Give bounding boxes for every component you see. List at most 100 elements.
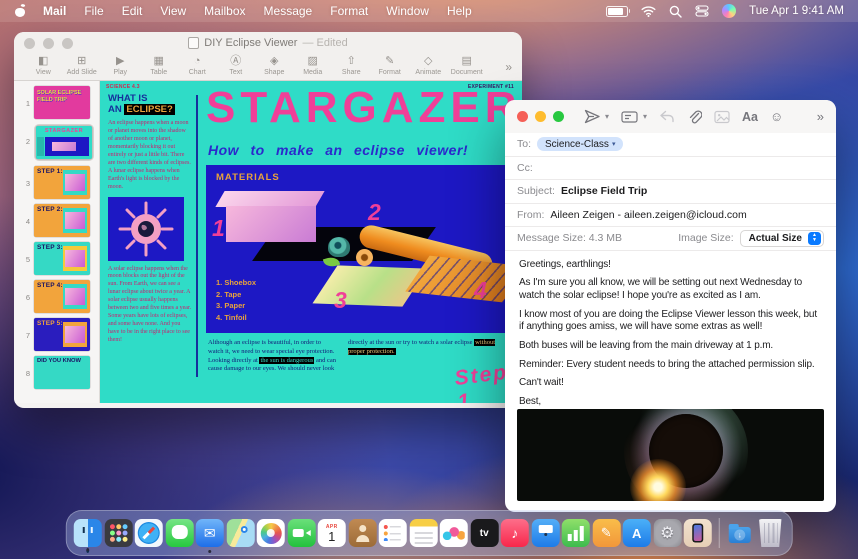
reply-button[interactable] [659, 110, 675, 123]
dock-icon-finder[interactable] [74, 519, 102, 547]
dock-icon-pages[interactable] [592, 519, 620, 547]
dock-icon-calendar[interactable]: APR 1 [318, 519, 346, 547]
from-field[interactable]: From: Aileen Zeigen - aileen.zeigen@iclo… [505, 204, 836, 228]
menu-format[interactable]: Format [330, 4, 368, 18]
format-icon: ✎ [371, 55, 410, 68]
to-field[interactable]: To: Science-Class ▾ [505, 133, 836, 157]
dock-icon-music[interactable] [501, 519, 529, 547]
dock-icon-reminders[interactable] [379, 519, 407, 547]
menu-file[interactable]: File [84, 4, 103, 18]
menu-message[interactable]: Message [264, 4, 313, 18]
slide-canvas[interactable]: SCIENCE 4.3 EXPERIMENT #11 WHAT IS AN EC… [100, 81, 522, 403]
format-button[interactable]: ✎Format [371, 55, 410, 76]
slide-thumbnail-6[interactable]: 6 STEP 4: [14, 280, 99, 313]
dock-icon-facetime[interactable] [287, 519, 315, 547]
battery-icon[interactable] [606, 6, 628, 17]
header-fields-chevron[interactable]: ▾ [643, 112, 647, 121]
close-button[interactable] [24, 38, 35, 49]
dock-icon-app-store[interactable] [623, 519, 651, 547]
keynote-titlebar[interactable]: DIY Eclipse Viewer — Edited [14, 32, 522, 54]
header-fields-button[interactable] [621, 110, 638, 124]
menu-app-mail[interactable]: Mail [43, 4, 66, 18]
dock-icon-mail[interactable] [196, 519, 224, 547]
recipient-chevron-icon[interactable]: ▾ [612, 140, 616, 148]
view-button[interactable]: ◧View [24, 55, 63, 76]
dock-icon-launchpad[interactable] [104, 519, 132, 547]
slide-thumbnail-7[interactable]: 7 STEP 5: [14, 318, 99, 351]
shape-button[interactable]: ◈Shape [255, 55, 294, 76]
format-button[interactable]: Aa [742, 110, 758, 124]
zoom-button[interactable] [553, 111, 564, 122]
media-button[interactable]: ▨Media [294, 55, 333, 76]
zoom-button[interactable] [62, 38, 73, 49]
share-button[interactable]: ⇧Share [332, 55, 371, 76]
dock-icon-iphone-mirroring[interactable] [684, 519, 712, 547]
send-options-chevron[interactable]: ▾ [605, 112, 609, 121]
keynote-header: DIY Eclipse Viewer — Edited ◧View ⊞Add S… [14, 32, 522, 81]
slide-title: STARGAZER [206, 83, 522, 133]
dock-icon-contacts[interactable] [348, 519, 376, 547]
slide-thumbnail-8[interactable]: 8 DID YOU KNOW [14, 356, 99, 389]
siri-icon[interactable] [722, 4, 736, 18]
apple-menu-icon[interactable] [14, 5, 27, 18]
document-title: DIY Eclipse Viewer [204, 37, 297, 49]
attach-button[interactable] [687, 109, 702, 125]
slide-thumbnail-1[interactable]: 1 SOLAR ECLIPSE FIELD TRIP [14, 86, 99, 119]
menu-mailbox[interactable]: Mailbox [204, 4, 245, 18]
insert-photo-button[interactable] [714, 110, 730, 124]
dock-icon-photos[interactable] [257, 519, 285, 547]
eclipse-photo-attachment[interactable] [517, 409, 824, 501]
emoji-button[interactable]: ☺ [770, 109, 783, 124]
play-button[interactable]: ▶Play [101, 55, 140, 76]
dock-icon-numbers[interactable] [562, 519, 590, 547]
dock-icon-safari[interactable] [135, 519, 163, 547]
menu-help[interactable]: Help [447, 4, 472, 18]
wifi-icon[interactable] [641, 6, 656, 17]
toolbar-overflow-button[interactable]: » [817, 109, 824, 124]
send-button[interactable] [584, 109, 600, 124]
dock-icon-trash[interactable] [756, 519, 784, 547]
menu-view[interactable]: View [160, 4, 186, 18]
document-button[interactable]: ▤Document [448, 55, 487, 76]
mail-toolbar[interactable]: ▾ ▾ Aa ☺ » [505, 100, 836, 133]
media-icon: ▨ [294, 55, 333, 68]
message-size-row: Message Size: 4.3 MB Image Size: Actual … [505, 227, 836, 251]
table-button[interactable]: ▦Table [140, 55, 179, 76]
toolbar-overflow-button[interactable]: » [505, 55, 512, 74]
cc-field[interactable]: Cc: [505, 157, 836, 181]
dock-icon-freeform[interactable] [440, 519, 468, 547]
text-button[interactable]: ⒶText [217, 55, 256, 76]
menu-window[interactable]: Window [386, 4, 429, 18]
menu-edit[interactable]: Edit [122, 4, 143, 18]
image-size-select[interactable]: Actual Size ▲▼ [740, 230, 824, 247]
dock-icon-downloads[interactable] [726, 519, 754, 547]
close-button[interactable] [517, 111, 528, 122]
body-paragraph: Reminder: Every student needs to bring t… [519, 359, 822, 372]
slide-thumbnail-3[interactable]: 3 STEP 1: [14, 166, 99, 199]
shape-icon: ◈ [255, 55, 294, 68]
subject-field[interactable]: Subject: Eclipse Field Trip [505, 180, 836, 204]
minimize-button[interactable] [43, 38, 54, 49]
animate-button[interactable]: ◇Animate [409, 55, 448, 76]
minimize-button[interactable] [535, 111, 546, 122]
dock-icon-messages[interactable] [165, 519, 193, 547]
dock-icon-maps[interactable] [226, 519, 254, 547]
slide-divider [196, 95, 198, 377]
chart-button[interactable]: ◔Chart [178, 55, 217, 76]
recipient-token[interactable]: Science-Class ▾ [537, 137, 623, 151]
slide-thumbnail-4[interactable]: 4 STEP 2: [14, 204, 99, 237]
slide-thumbnail-5[interactable]: 5 STEP 3: [14, 242, 99, 275]
dock-icon-notes[interactable] [409, 519, 437, 547]
download-arrow-icon [734, 529, 745, 540]
dock-icon-apple-tv[interactable]: tv [470, 519, 498, 547]
dock-icon-system-settings[interactable] [653, 519, 681, 547]
control-center-icon[interactable] [695, 5, 709, 17]
message-body-editor[interactable]: Greetings, earthlings! As I'm sure you a… [505, 251, 836, 408]
add-slide-button[interactable]: ⊞Add Slide [63, 55, 102, 76]
body-signoff: Best, [519, 396, 822, 407]
dock-icon-keynote[interactable] [531, 519, 559, 547]
document-proxy-icon[interactable] [188, 37, 199, 49]
menu-clock[interactable]: Tue Apr 1 9:41 AM [749, 5, 844, 17]
slide-thumbnail-2-selected[interactable]: 2 STARGAZER [14, 124, 99, 161]
search-icon[interactable] [669, 5, 682, 18]
